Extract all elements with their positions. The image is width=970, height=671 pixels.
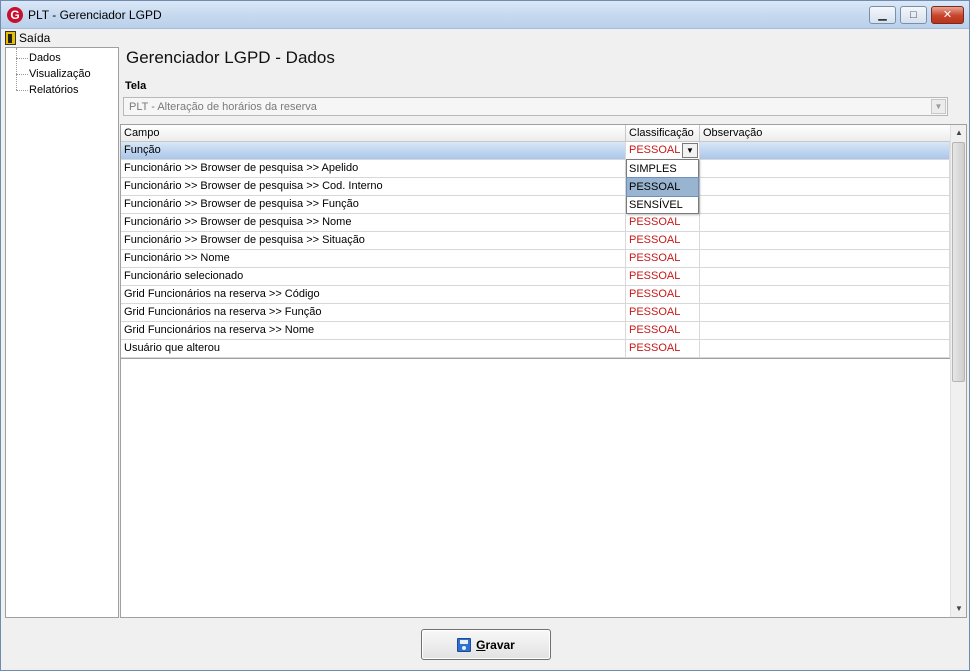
cell-campo[interactable]: Grid Funcionários na reserva >> Nome [121,322,626,339]
tree-item-label: Relatórios [29,84,79,96]
exit-door-icon [5,30,16,45]
cell-classificacao[interactable]: PESSOAL [626,214,700,231]
cell-classificacao[interactable]: PESSOAL [626,286,700,303]
cell-observacao[interactable] [700,340,950,357]
cell-campo[interactable]: Função [121,142,626,159]
dropdown-option-pessoal[interactable]: PESSOAL [626,177,699,197]
page-title: Gerenciador LGPD - Dados [126,48,335,67]
menu-bar: Saída [1,29,969,46]
cell-campo[interactable]: Funcionário >> Browser de pesquisa >> Fu… [121,196,626,213]
tree-item-label: Dados [29,52,61,64]
cell-observacao[interactable] [700,286,950,303]
vertical-scrollbar[interactable]: ▲ ▼ [950,125,966,617]
tree-item-dados[interactable]: Dados [6,50,61,66]
tela-select-value: PLT - Alteração de horários da reserva [129,101,317,113]
dropdown-option-simples[interactable]: SIMPLES [627,160,698,178]
cell-campo[interactable]: Funcionário >> Browser de pesquisa >> No… [121,214,626,231]
scroll-up-icon[interactable]: ▲ [951,125,967,141]
tela-select[interactable]: PLT - Alteração de horários da reserva ▼ [123,97,948,116]
table-row[interactable]: Funcionário >> Nome PESSOAL [121,250,950,268]
cell-classificacao[interactable]: PESSOAL [626,304,700,321]
column-header-classificacao[interactable]: Classificação [626,125,700,141]
save-button-label: Gravar [476,637,515,652]
chevron-down-icon[interactable]: ▼ [682,143,698,158]
cell-observacao[interactable] [700,142,950,159]
cell-classificacao[interactable]: PESSOAL [626,232,700,249]
column-header-observacao[interactable]: Observação [700,125,950,141]
cell-observacao[interactable] [700,322,950,339]
tree-item-relatorios[interactable]: Relatórios [6,82,79,98]
close-button[interactable]: ✕ [931,6,964,24]
table-row[interactable]: Função PESSOAL ▼ [121,142,950,160]
cell-campo[interactable]: Grid Funcionários na reserva >> Função [121,304,626,321]
cell-observacao[interactable] [700,160,950,177]
maximize-button[interactable]: □ [900,6,927,24]
tela-label: Tela [125,80,147,92]
menu-item-exit[interactable]: Saída [5,29,50,46]
cell-campo[interactable]: Funcionário selecionado [121,268,626,285]
cell-observacao[interactable] [700,304,950,321]
scroll-down-icon[interactable]: ▼ [951,601,967,617]
cell-observacao[interactable] [700,196,950,213]
minimize-button[interactable]: ▁ [869,6,896,24]
navigation-tree: Dados Visualização Relatórios [5,47,119,618]
tree-item-label: Visualização [29,68,91,80]
table-row[interactable]: Funcionário >> Browser de pesquisa >> Fu… [121,196,950,214]
cell-campo[interactable]: Usuário que alterou [121,340,626,357]
dropdown-option-sensivel[interactable]: SENSÍVEL [627,196,698,214]
cell-classificacao[interactable]: PESSOAL [626,250,700,267]
tree-item-visualizacao[interactable]: Visualização [6,66,91,82]
data-grid: Campo Classificação Observação Função PE… [120,124,967,618]
menu-item-exit-label: Saída [19,30,51,45]
window-title: PLT - Gerenciador LGPD [28,8,162,22]
cell-classificacao[interactable]: PESSOAL [626,268,700,285]
cell-observacao[interactable] [700,268,950,285]
cell-campo[interactable]: Grid Funcionários na reserva >> Código [121,286,626,303]
save-button[interactable]: Gravar [421,629,551,660]
table-row[interactable]: Funcionário >> Browser de pesquisa >> No… [121,214,950,232]
classificacao-dropdown-list: SIMPLES PESSOAL SENSÍVEL [626,159,699,214]
table-row[interactable]: Funcionário selecionado PESSOAL [121,268,950,286]
cell-observacao[interactable] [700,232,950,249]
main-window: G PLT - Gerenciador LGPD ▁ □ ✕ Saída Dad… [0,0,970,671]
cell-observacao[interactable] [700,178,950,195]
cell-campo[interactable]: Funcionário >> Browser de pesquisa >> Co… [121,178,626,195]
chevron-down-icon[interactable]: ▼ [931,99,946,114]
scrollbar-thumb[interactable] [952,142,965,382]
grid-header: Campo Classificação Observação [121,125,950,142]
table-row[interactable]: Funcionário >> Browser de pesquisa >> Co… [121,178,950,196]
app-logo-icon: G [7,7,23,23]
cell-classificacao[interactable]: PESSOAL [626,340,700,357]
column-header-campo[interactable]: Campo [121,125,626,141]
cell-campo[interactable]: Funcionário >> Browser de pesquisa >> Si… [121,232,626,249]
cell-campo[interactable]: Funcionário >> Browser de pesquisa >> Ap… [121,160,626,177]
cell-campo[interactable]: Funcionário >> Nome [121,250,626,267]
cell-observacao[interactable] [700,214,950,231]
table-row[interactable]: Grid Funcionários na reserva >> Código P… [121,286,950,304]
table-row[interactable]: Funcionário >> Browser de pesquisa >> Ap… [121,160,950,178]
floppy-disk-icon [457,637,472,652]
cell-observacao[interactable] [700,250,950,267]
table-row[interactable]: Grid Funcionários na reserva >> Função P… [121,304,950,322]
grid-rows-end-line [121,358,950,359]
title-bar[interactable]: G PLT - Gerenciador LGPD ▁ □ ✕ [1,1,969,29]
table-row[interactable]: Grid Funcionários na reserva >> Nome PES… [121,322,950,340]
cell-classificacao[interactable]: PESSOAL [626,322,700,339]
table-row[interactable]: Usuário que alterou PESSOAL [121,340,950,358]
table-row[interactable]: Funcionário >> Browser de pesquisa >> Si… [121,232,950,250]
